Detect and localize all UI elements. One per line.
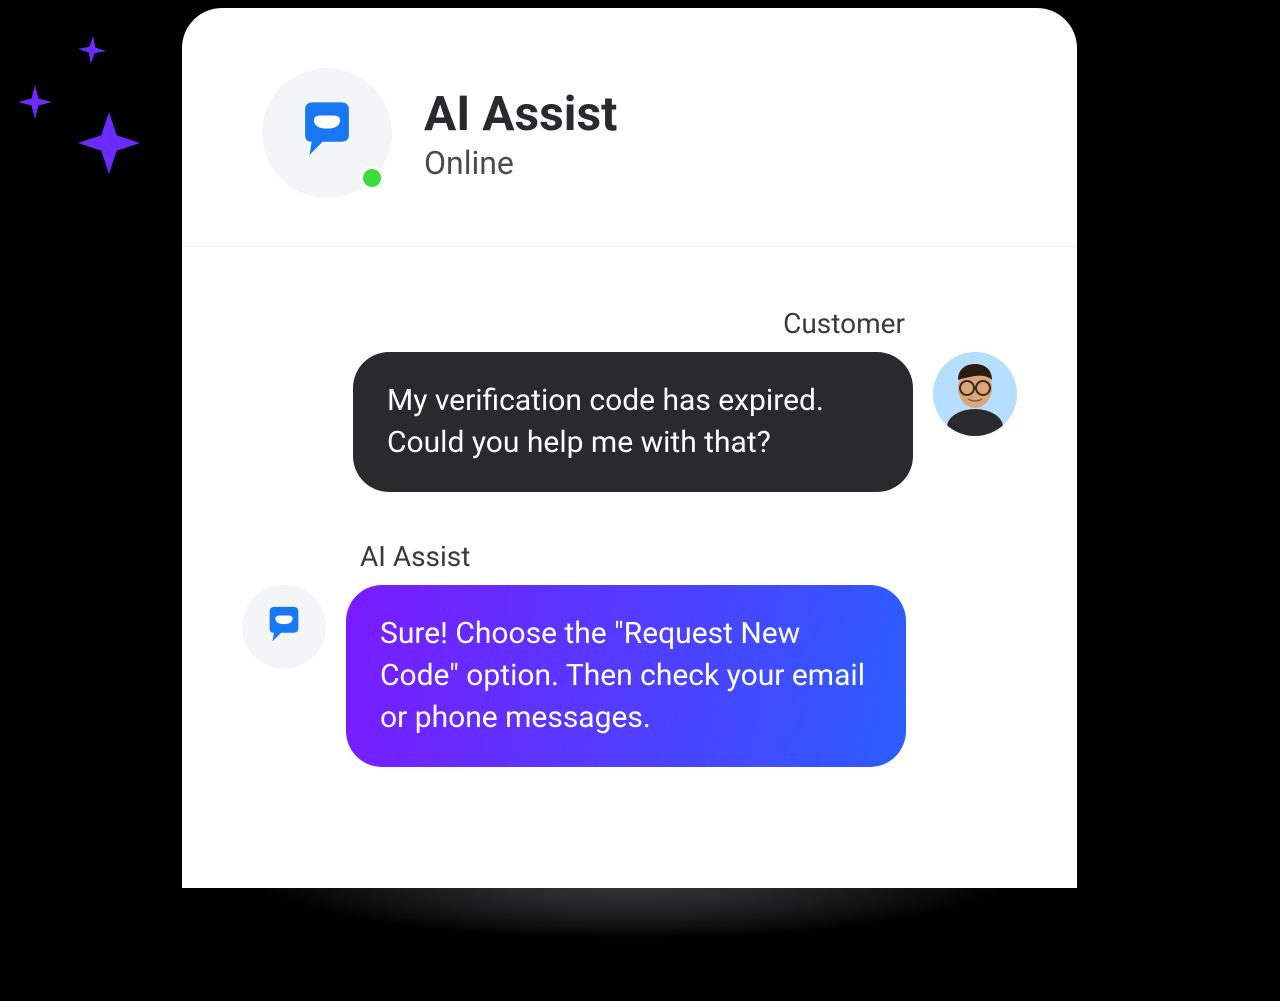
bot-header-avatar [262,68,392,198]
chat-window: AI Assist Online Customer My verificatio… [182,8,1077,888]
chat-header: AI Assist Online [182,8,1077,247]
bot-message-bubble: Sure! Choose the "Request New Code" opti… [346,585,906,767]
sparkle-icon [78,112,140,174]
chatbot-icon [261,604,307,650]
bot-message-avatar [242,585,326,669]
customer-avatar [933,352,1017,436]
message-row-customer: My verification code has expired. Could … [242,352,1017,492]
header-status: Online [424,144,617,182]
sparkle-icon [18,85,52,119]
sparkle-icon [77,35,107,65]
online-status-dot [360,166,384,190]
sender-label-bot: AI Assist [360,540,1017,573]
message-group-bot: AI Assist Sure! Choose the "Request New … [242,540,1017,767]
message-group-customer: Customer My verification code has expire… [242,307,1017,492]
header-title: AI Assist [424,85,617,142]
chat-body: Customer My verification code has expire… [182,247,1077,855]
message-row-bot: Sure! Choose the "Request New Code" opti… [242,585,1017,767]
sender-label-customer: Customer [242,307,905,340]
customer-message-bubble: My verification code has expired. Could … [353,352,913,492]
chatbot-icon [292,98,362,168]
